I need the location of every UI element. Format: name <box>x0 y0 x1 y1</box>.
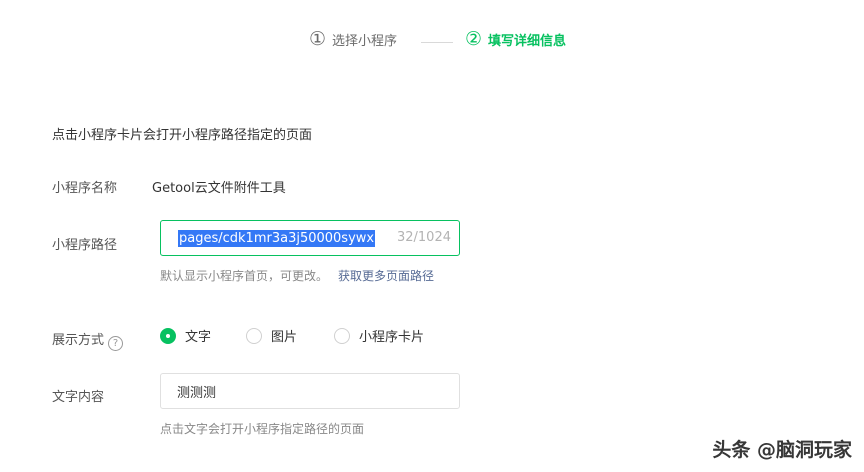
radio-label-card: 小程序卡片 <box>359 330 425 345</box>
text-content-hint: 点击文字会打开小程序指定路径的页面 <box>160 422 365 436</box>
step-fill-details[interactable]: ② 填写详细信息 <box>465 28 567 50</box>
radio-label-image: 图片 <box>271 330 298 345</box>
more-paths-link[interactable]: 获取更多页面路径 <box>338 269 434 283</box>
display-mode-label: 展示方式 <box>52 333 105 348</box>
watermark: 头条 @脑洞玩家 <box>712 439 852 461</box>
step-number-2: ② <box>465 28 483 50</box>
help-icon[interactable]: ? <box>108 336 124 351</box>
path-input-selected-text[interactable]: pages/cdk1mr3a3j50000sywx <box>178 229 376 247</box>
radio-unchecked-icon <box>246 327 262 344</box>
path-hint: 默认显示小程序首页，可更改。 获取更多页面路径 <box>160 267 434 284</box>
text-content-field[interactable] <box>160 373 460 409</box>
path-hint-text: 默认显示小程序首页，可更改。 <box>160 269 329 283</box>
miniprogram-path-input[interactable]: pages/cdk1mr3a3j50000sywx 32/1024 <box>160 220 460 256</box>
miniprogram-name-value: Getool云文件附件工具 <box>152 181 286 196</box>
radio-label-text: 文字 <box>185 330 212 345</box>
step-label-1: 选择小程序 <box>332 34 398 49</box>
miniprogram-path-label: 小程序路径 <box>52 238 118 253</box>
miniprogram-name-label: 小程序名称 <box>52 181 118 196</box>
step-label-2: 填写详细信息 <box>488 34 567 49</box>
step-divider <box>421 42 453 43</box>
form-description: 点击小程序卡片会打开小程序路径指定的页面 <box>52 128 313 143</box>
step-select-miniprogram[interactable]: ① 选择小程序 <box>309 28 398 50</box>
display-mode-label-wrap: 展示方式? <box>52 329 124 351</box>
path-char-count: 32/1024 <box>396 230 451 245</box>
radio-unchecked-icon <box>334 327 350 344</box>
radio-option-text[interactable]: 文字 <box>160 326 211 345</box>
radio-option-card[interactable]: 小程序卡片 <box>334 326 424 345</box>
radio-option-image[interactable]: 图片 <box>246 326 297 345</box>
step-number-1: ① <box>309 28 327 50</box>
radio-checked-icon <box>160 327 176 344</box>
text-content-label: 文字内容 <box>52 390 105 405</box>
stepper: ① 选择小程序 ② 填写详细信息 <box>0 30 864 52</box>
text-content-input[interactable] <box>161 374 459 408</box>
